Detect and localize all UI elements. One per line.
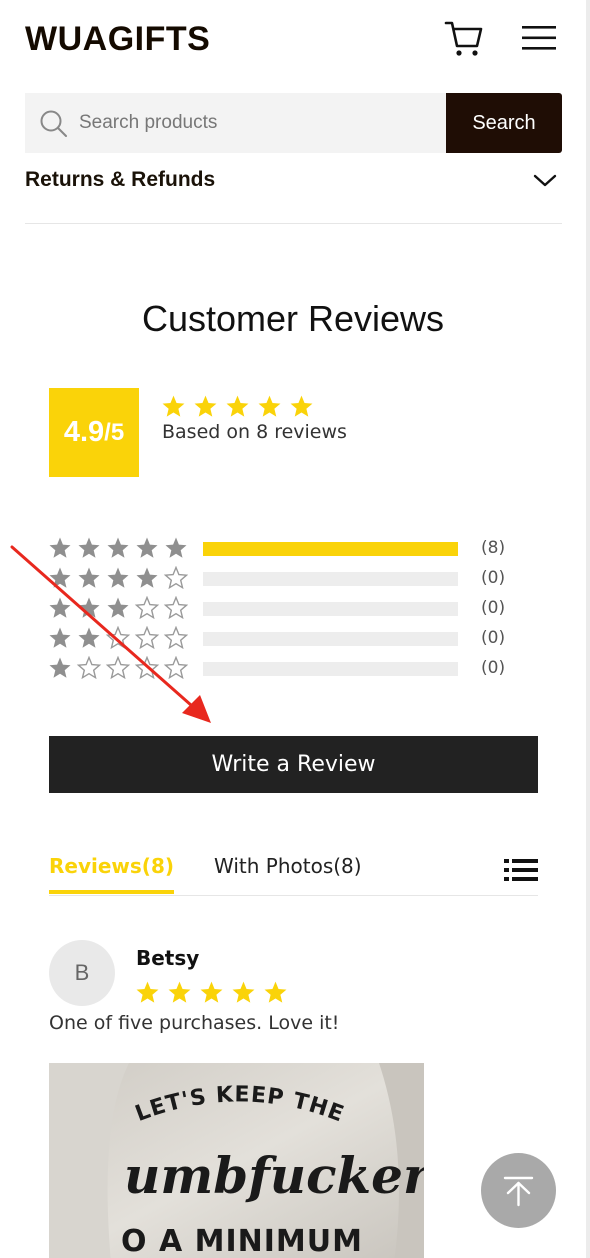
- star-filled-icon: [136, 981, 159, 1003]
- rating-bar-fill: [203, 542, 458, 556]
- rating-count: (8): [481, 538, 506, 558]
- review-text: One of five purchases. Love it!: [49, 1012, 340, 1034]
- search-bar: Search: [25, 93, 562, 153]
- score-suffix: /5: [104, 418, 125, 446]
- rating-count: (0): [481, 598, 506, 618]
- review-tabs: Reviews(8) With Photos(8): [49, 846, 538, 896]
- search-input[interactable]: [79, 93, 439, 153]
- rating-bar: [203, 632, 458, 646]
- search-button[interactable]: Search: [446, 93, 562, 153]
- chevron-down-icon: [533, 174, 557, 187]
- star-filled-icon: [162, 395, 185, 417]
- page: WUAGIFTS Search Returns & Refunds Custom…: [0, 0, 586, 1258]
- tab-reviews[interactable]: Reviews(8): [49, 854, 174, 894]
- back-to-top-button[interactable]: [481, 1153, 556, 1228]
- star-filled-icon: [226, 395, 249, 417]
- hamburger-menu-icon[interactable]: [522, 24, 558, 52]
- search-box: [25, 93, 446, 153]
- rating-bar: [203, 662, 458, 676]
- rating-bar: [203, 602, 458, 616]
- review-count-summary: Based on 8 reviews: [162, 421, 347, 443]
- star-filled-icon: [168, 981, 191, 1003]
- write-review-button[interactable]: Write a Review: [49, 736, 538, 793]
- star-filled-icon: [194, 395, 217, 417]
- site-logo[interactable]: WUAGIFTS: [25, 20, 210, 59]
- star-filled-icon: [258, 395, 281, 417]
- star-filled-icon: [200, 981, 223, 1003]
- list-view-icon[interactable]: [504, 858, 538, 882]
- reviews-heading: Customer Reviews: [141, 298, 445, 339]
- summary-star-rating: [161, 394, 314, 424]
- photo-text-line: O A MINIMUM: [121, 1224, 363, 1258]
- annotation-arrow: [10, 545, 211, 723]
- review-photo-image: LET'S KEEP THE umbfuckery O A MINIMUM: [49, 1063, 424, 1258]
- rating-bar: [203, 542, 458, 556]
- review-photo[interactable]: LET'S KEEP THE umbfuckery O A MINIMUM: [49, 1063, 424, 1258]
- score-value: 4.9: [63, 416, 105, 448]
- tab-with-photos[interactable]: With Photos(8): [214, 854, 362, 890]
- page-edge: [586, 0, 590, 1258]
- rating-count: (0): [481, 658, 506, 678]
- star-filled-icon: [264, 981, 287, 1003]
- reviewer-name: Betsy: [136, 946, 200, 970]
- returns-refunds-accordion[interactable]: Returns & Refunds: [25, 160, 562, 224]
- accordion-title: Returns & Refunds: [25, 168, 216, 191]
- rating-count: (0): [481, 568, 506, 588]
- arrow-up-icon: [503, 1176, 534, 1207]
- star-filled-icon: [232, 981, 255, 1003]
- cart-icon[interactable]: [444, 20, 484, 58]
- avatar: B: [49, 940, 115, 1006]
- photo-text-line: umbfuckery: [124, 1146, 424, 1205]
- rating-count: (0): [481, 628, 506, 648]
- review-star-rating: [135, 980, 288, 1010]
- star-filled-icon: [290, 395, 313, 417]
- search-icon: [40, 110, 67, 137]
- rating-bar: [203, 572, 458, 586]
- site-header: WUAGIFTS: [25, 18, 562, 62]
- average-score-badge: 4.9/5: [49, 388, 139, 477]
